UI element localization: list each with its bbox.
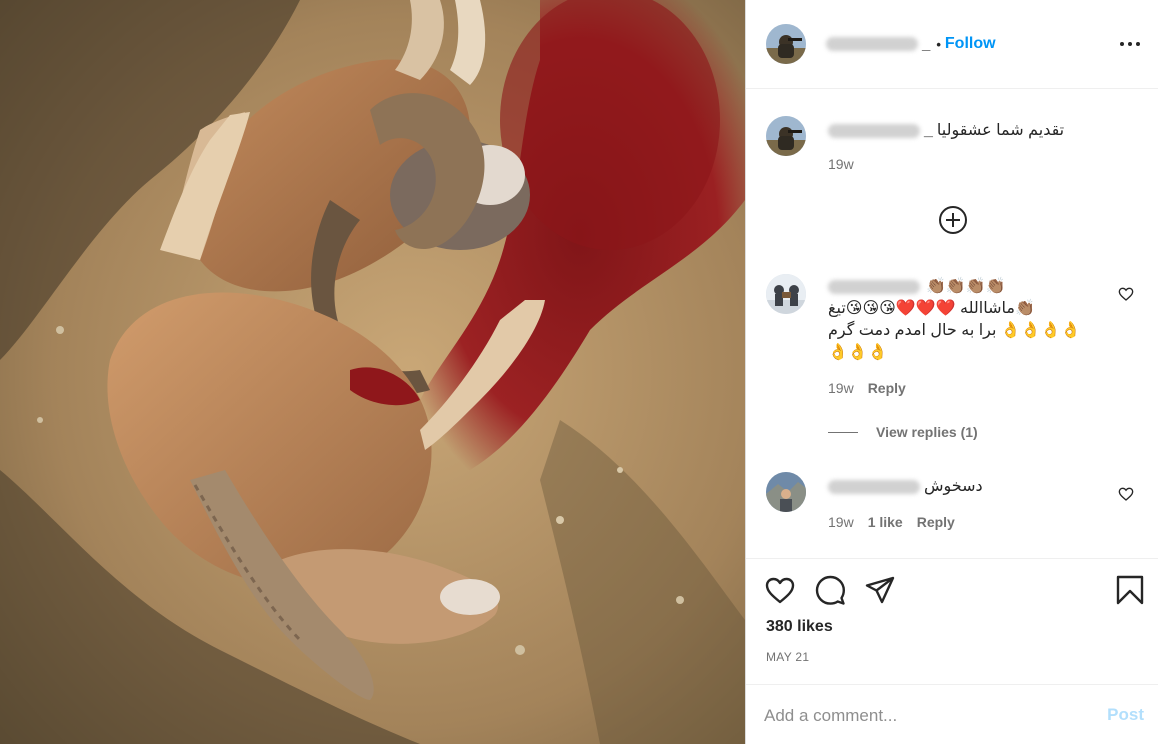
caption-time[interactable]: 19w: [828, 156, 854, 172]
comment-text: دسخوش: [924, 478, 983, 495]
follow-button[interactable]: Follow: [945, 35, 996, 53]
comment-likes[interactable]: 1 like: [868, 514, 903, 530]
avatar-image: [766, 24, 806, 64]
add-comment-bar: Post: [746, 684, 1158, 744]
comment-item: 👏🏽👏🏽👏🏽👏🏽 ماشاالله ❤️❤️❤️😘😘😘تیغ👏🏽 برا به …: [766, 274, 1136, 414]
caption-item: _ تقدیم شما عشقولیا 19w: [766, 116, 1136, 176]
avatar-image: [766, 116, 806, 156]
comment-body: 👏🏽👏🏽👏🏽👏🏽 ماشاالله ❤️❤️❤️😘😘😘تیغ👏🏽 برا به …: [828, 276, 1098, 396]
likes-count[interactable]: 380 likes: [766, 618, 833, 636]
caption-username-suffix[interactable]: _: [924, 120, 933, 142]
separator-dot: •: [936, 36, 941, 52]
caption-meta: 19w: [828, 156, 1098, 172]
author-username-blurred[interactable]: [826, 37, 918, 51]
comment-icon[interactable]: [814, 574, 846, 606]
commenter-avatar[interactable]: [766, 472, 806, 512]
post-header: _ • Follow: [746, 0, 1158, 88]
author-avatar[interactable]: [766, 24, 806, 64]
add-circle-icon[interactable]: [938, 205, 968, 235]
reply-button[interactable]: Reply: [917, 514, 955, 530]
avatar-image: [766, 472, 806, 512]
comment-time[interactable]: 19w: [828, 380, 854, 396]
comment-first-line: دسخوش: [828, 476, 1098, 498]
instagram-post-view: _ • Follow _ تقدیم شما عشقولیا 19w 👏🏽👏🏽👏…: [0, 0, 1158, 744]
view-replies-label: View replies (1): [876, 424, 978, 440]
view-replies-rule: [828, 431, 858, 433]
post-date[interactable]: MAY 21: [766, 650, 809, 664]
caption-line: _ تقدیم شما عشقولیا: [828, 120, 1098, 142]
comments-list[interactable]: _ تقدیم شما عشقولیا 19w 👏🏽👏🏽👏🏽👏🏽 ماشاالل…: [746, 88, 1158, 558]
comment-text-line-2: برا به حال امدم دمت گرم 👌👌👌👌: [828, 322, 1081, 339]
share-icon[interactable]: [864, 574, 896, 606]
commenter-avatar[interactable]: [766, 274, 806, 314]
comment-text-line-3: 👌👌👌: [828, 344, 888, 361]
comment-body: دسخوش 19w 1 like Reply: [828, 476, 1098, 530]
post-photo-illustration: [0, 0, 745, 744]
heart-icon[interactable]: [764, 574, 796, 606]
heart-icon[interactable]: [1118, 486, 1134, 502]
comment-input[interactable]: [764, 699, 1084, 733]
comment-emoji-line: 👏🏽👏🏽👏🏽👏🏽: [926, 278, 1006, 295]
commenter-username-blurred[interactable]: [828, 480, 920, 494]
heart-icon[interactable]: [1118, 286, 1134, 302]
avatar-image: [766, 274, 806, 314]
reply-button[interactable]: Reply: [868, 380, 906, 396]
post-photo[interactable]: [0, 0, 745, 744]
comment-meta: 19w 1 like Reply: [828, 514, 1098, 530]
view-replies-button[interactable]: View replies (1): [828, 424, 978, 440]
more-horizontal-icon[interactable]: [1118, 34, 1142, 54]
actions-divider: [746, 558, 1158, 559]
comment-meta: 19w Reply: [828, 380, 1098, 396]
caption-username-blurred[interactable]: [828, 124, 920, 138]
caption-body: _ تقدیم شما عشقولیا 19w: [828, 120, 1098, 172]
action-bar: [746, 570, 1158, 610]
author-username-suffix[interactable]: _: [922, 36, 930, 53]
bookmark-icon[interactable]: [1114, 574, 1146, 606]
comment-item: دسخوش 19w 1 like Reply: [766, 472, 1136, 542]
post-side-panel: _ • Follow _ تقدیم شما عشقولیا 19w 👏🏽👏🏽👏…: [745, 0, 1158, 744]
post-comment-button[interactable]: Post: [1107, 705, 1144, 725]
comment-text-line-1: ماشاالله ❤️❤️❤️😘😘😘تیغ👏🏽: [828, 300, 1035, 317]
caption-avatar[interactable]: [766, 116, 806, 156]
commenter-username-blurred[interactable]: [828, 280, 920, 294]
comment-time[interactable]: 19w: [828, 514, 854, 530]
caption-text: تقدیم شما عشقولیا: [936, 122, 1065, 139]
comment-first-line: 👏🏽👏🏽👏🏽👏🏽: [828, 276, 1098, 298]
